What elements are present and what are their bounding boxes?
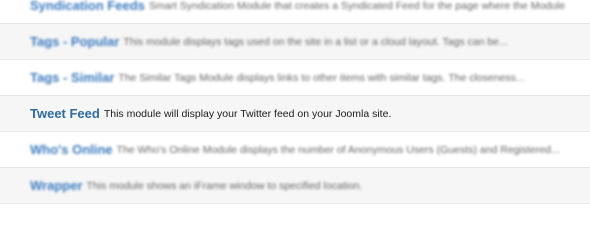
module-description: This module displays tags used on the si… [123,35,508,48]
module-title-link[interactable]: Syndication Feeds [30,0,145,13]
list-item[interactable]: Wrapper This module shows an iFrame wind… [0,168,590,204]
list-item[interactable]: Tweet Feed This module will display your… [0,96,590,132]
module-description: This module will display your Twitter fe… [103,107,392,120]
module-description: Smart Syndication Module that creates a … [148,0,566,12]
module-description: The Who's Online Module displays the num… [116,143,560,156]
module-title-link[interactable]: Who's Online [30,142,113,157]
module-description: The Similar Tags Module displays links t… [118,71,525,84]
module-title-link[interactable]: Tags - Popular [30,34,119,49]
list-item[interactable]: Tags - Popular This module displays tags… [0,24,590,60]
module-list: Syndication Feeds Smart Syndication Modu… [0,0,590,204]
module-title-link[interactable]: Wrapper [30,178,83,193]
list-item[interactable]: Tags - Similar The Similar Tags Module d… [0,60,590,96]
list-item[interactable]: Who's Online The Who's Online Module dis… [0,132,590,168]
list-item[interactable]: Syndication Feeds Smart Syndication Modu… [0,0,590,24]
module-description: This module shows an iFrame window to sp… [86,179,363,192]
module-title-link[interactable]: Tweet Feed [30,106,100,121]
module-title-link[interactable]: Tags - Similar [30,70,114,85]
